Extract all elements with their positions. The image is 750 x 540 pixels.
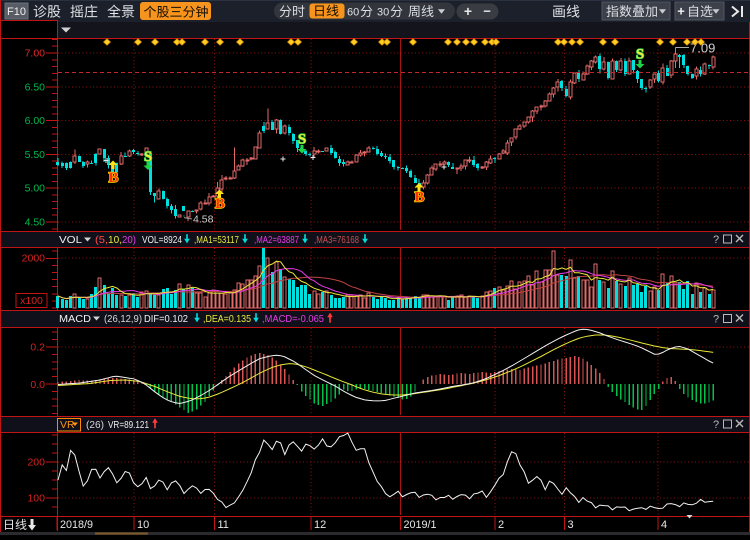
svg-text:VR=89.121: VR=89.121 (108, 419, 149, 431)
svg-text:4.50: 4.50 (25, 217, 46, 229)
svg-text:6.50: 6.50 (25, 81, 46, 93)
svg-text:B: B (414, 190, 424, 206)
svg-text:+: + (677, 4, 685, 19)
svg-text:2000: 2000 (22, 253, 46, 265)
svg-text:2: 2 (498, 519, 504, 531)
svg-text:?: ? (713, 314, 719, 326)
svg-text:?: ? (713, 419, 719, 431)
svg-text:,MA1=53117: ,MA1=53117 (194, 234, 239, 246)
svg-text:−: − (483, 4, 491, 19)
svg-text:DIF=0.102: DIF=0.102 (144, 313, 188, 325)
svg-text:10,: 10, (108, 234, 122, 246)
svg-text:200: 200 (27, 457, 45, 469)
svg-text:MACD: MACD (59, 313, 91, 325)
svg-text:10: 10 (137, 519, 149, 531)
svg-text:6.00: 6.00 (25, 115, 46, 127)
svg-text:0.0: 0.0 (30, 379, 45, 391)
svg-text:VOL=8924: VOL=8924 (142, 234, 182, 246)
svg-text:VOL: VOL (59, 234, 82, 246)
svg-text:+: + (464, 3, 472, 19)
svg-text:2019/1: 2019/1 (404, 519, 437, 531)
svg-text:,MACD=-0.065: ,MACD=-0.065 (262, 313, 324, 325)
svg-text:?: ? (713, 234, 719, 246)
svg-text:100: 100 (27, 493, 45, 505)
svg-text:0.2: 0.2 (30, 342, 45, 354)
svg-text:B: B (108, 170, 118, 186)
svg-text:7.00: 7.00 (25, 48, 46, 60)
svg-text:,MA2=63887: ,MA2=63887 (254, 234, 299, 246)
svg-text:4: 4 (661, 519, 667, 531)
svg-text:(26,12,9): (26,12,9) (104, 313, 142, 325)
svg-text:30: 30 (377, 7, 389, 19)
svg-text:(26): (26) (86, 419, 104, 431)
svg-text:5.50: 5.50 (25, 149, 46, 161)
svg-text:4.58: 4.58 (193, 214, 214, 226)
svg-text:x100: x100 (20, 295, 43, 307)
svg-text:VR: VR (60, 419, 75, 431)
svg-text:2018/9: 2018/9 (60, 519, 93, 531)
svg-text:5.00: 5.00 (25, 183, 46, 195)
svg-text:20): 20) (122, 234, 136, 246)
svg-text:F10: F10 (7, 6, 26, 18)
svg-text:12: 12 (314, 519, 326, 531)
svg-text:11: 11 (218, 519, 229, 531)
svg-text:,DEA=0.135: ,DEA=0.135 (203, 313, 251, 325)
svg-text:60: 60 (347, 7, 359, 19)
svg-text:(5,: (5, (95, 234, 108, 246)
svg-text:,MA3=76168: ,MA3=76168 (314, 234, 359, 246)
svg-text:3: 3 (568, 519, 574, 531)
svg-text:B: B (215, 196, 225, 212)
